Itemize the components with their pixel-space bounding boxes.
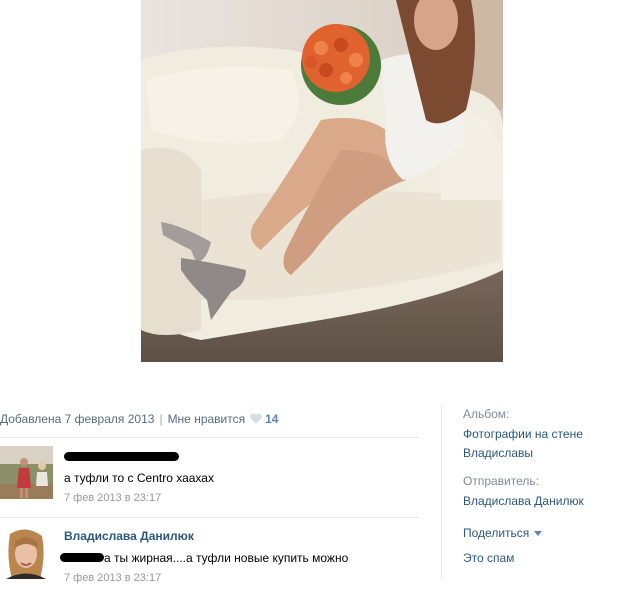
comment: Владислава Данилюк а ты жирная....а туфл… [0, 523, 420, 588]
like-count[interactable]: 14 [265, 412, 278, 426]
post-date: Добавлена 7 февраля 2013 [0, 412, 155, 426]
sidebar-separator [441, 404, 442, 579]
comment-date[interactable]: 7 фев 2013 в 23:17 [64, 492, 161, 504]
like-link[interactable]: Мне нравится [168, 412, 246, 426]
comments-divider [0, 437, 420, 438]
comment-divider [0, 517, 420, 518]
avatar[interactable] [0, 526, 53, 579]
avatar[interactable] [0, 446, 53, 499]
sender-link[interactable]: Владислава Данилюк [463, 492, 613, 511]
meta-separator: | [159, 412, 163, 426]
redaction-mark [64, 452, 179, 461]
comment: а туфли то с Centro хаахах 7 фев 2013 в … [0, 443, 420, 513]
spam-link[interactable]: Это спам [463, 549, 613, 568]
comment-author[interactable]: Владислава Данилюк [64, 529, 194, 543]
share-button[interactable]: Поделиться [463, 524, 613, 543]
comment-text: а туфли то с Centro хаахах [64, 471, 214, 485]
comment-date[interactable]: 7 фев 2013 в 23:17 [64, 572, 161, 584]
chevron-down-icon[interactable] [534, 531, 543, 536]
post-meta: Добавлена 7 февраля 2013 | Мне нравится 14 [0, 412, 278, 427]
comment-author[interactable] [64, 450, 179, 464]
sender-label: Отправитель: [463, 474, 539, 488]
album-link[interactable]: Фотографии на стене Владиславы [463, 425, 603, 463]
redaction-mark [60, 553, 104, 562]
heart-icon[interactable] [250, 413, 262, 427]
photo-image [141, 0, 503, 362]
album-label: Альбом: [463, 407, 510, 421]
comment-text: а ты жирная....а туфли новые купить можн… [60, 551, 348, 565]
wall-photo[interactable] [141, 0, 503, 362]
